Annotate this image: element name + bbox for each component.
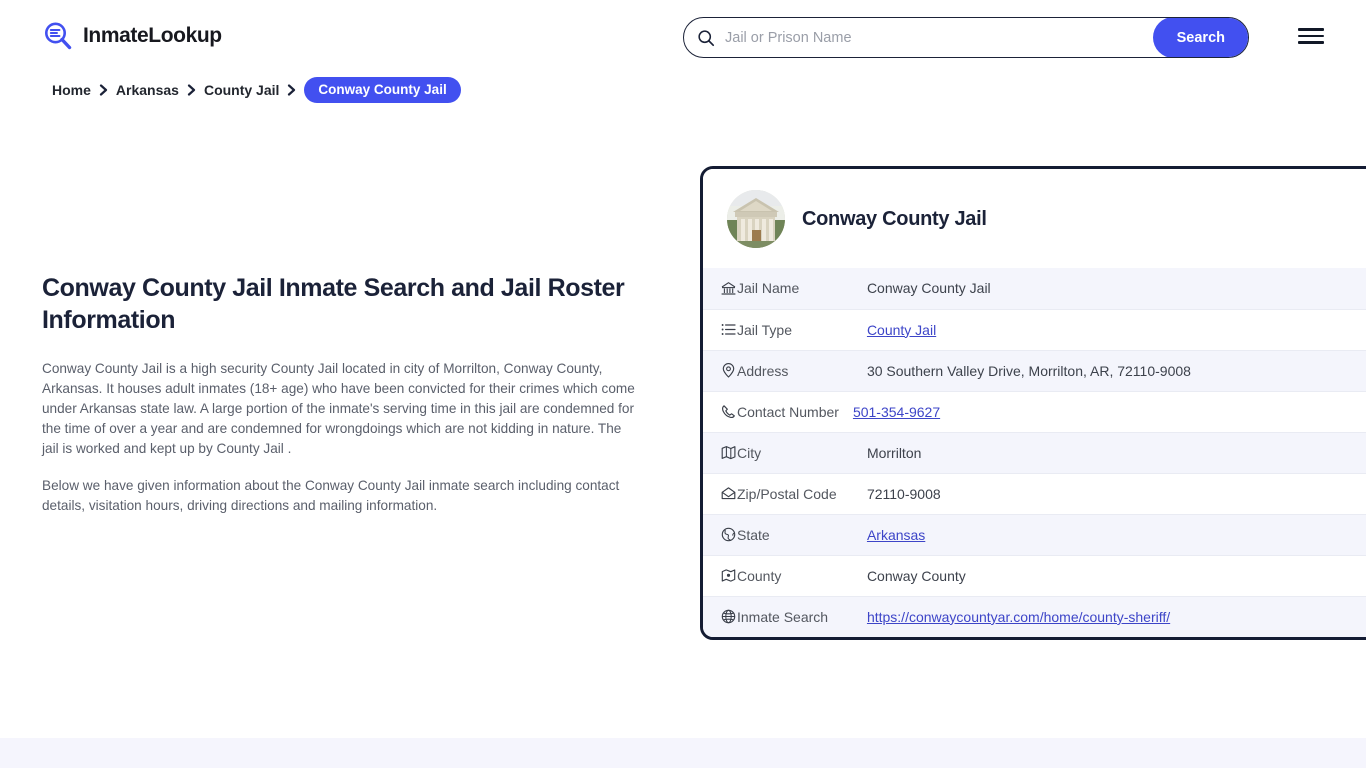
row-value-link[interactable]: County Jail [867, 322, 936, 338]
row-value: Conway County Jail [866, 280, 991, 297]
table-row: Jail Type County Jail [703, 308, 1366, 350]
bank-courthouse-icon [721, 281, 736, 295]
row-label: Jail Name [737, 280, 800, 297]
envelope-icon [721, 487, 736, 500]
globe-network-icon [721, 609, 736, 624]
row-value: Morrilton [848, 431, 1366, 473]
hamburger-bar [1298, 28, 1324, 31]
bank-courthouse-icon-cell [703, 268, 737, 309]
row-value: 30 Southern Valley Drive, Morrilton, AR,… [848, 349, 1366, 391]
breadcrumb-item-county-jail[interactable]: County Jail [204, 82, 279, 98]
list-icon [721, 324, 736, 335]
row-label: Zip/Postal Code [737, 472, 849, 514]
row-label: Contact Number [737, 390, 849, 432]
jail-details-table: Jail Name Conway County Jail Jail Type Coun… [703, 268, 1366, 637]
map-marked-icon [721, 569, 736, 582]
table-row: Zip/Postal Code 72110-9008 [703, 472, 1366, 514]
description-paragraph-1: Conway County Jail is a high security Co… [42, 361, 635, 456]
breadcrumb-item-arkansas[interactable]: Arkansas [116, 82, 179, 98]
map-pin-icon [722, 363, 735, 378]
jail-info-card: Conway County Jail Jail Name Conway Count… [700, 166, 1366, 640]
map-pin-icon-cell [703, 349, 737, 391]
table-row: Contact Number 501-354-9627 [703, 390, 1366, 432]
row-value[interactable]: County Jail [848, 308, 1366, 350]
row-label: Jail Type [737, 308, 849, 350]
courthouse-image-icon [727, 190, 785, 248]
card-header: Conway County Jail [703, 169, 1366, 268]
hamburger-bar [1298, 34, 1324, 38]
table-row: County Conway County [703, 554, 1366, 596]
search-input[interactable] [715, 18, 1153, 57]
hamburger-bar [1298, 41, 1324, 44]
table-row: Inmate Search https://conwaycountyar.com/… [703, 595, 1366, 637]
phone-icon-cell [703, 390, 737, 432]
globe-network-icon-cell [703, 595, 737, 637]
courthouse-photo [727, 190, 785, 248]
page-title: Conway County Jail Inmate Search and Jai… [42, 274, 625, 334]
hamburger-menu-icon[interactable] [1298, 26, 1324, 46]
row-value-link[interactable]: 501-354-9627 [853, 404, 940, 420]
search-icon [698, 29, 715, 46]
row-value: 72110-9008 [848, 472, 1366, 514]
article-column: Conway County Jail Inmate Search and Jai… [42, 272, 642, 533]
card-title: Conway County Jail [802, 207, 987, 230]
chevron-right-icon [187, 84, 196, 96]
list-icon-cell [703, 308, 737, 350]
row-value[interactable]: 501-354-9627 [848, 390, 1366, 432]
map-icon [721, 446, 736, 460]
row-value-link[interactable]: Arkansas [867, 527, 925, 543]
breadcrumb-item-conway-county-jail[interactable]: Conway County Jail [304, 77, 461, 103]
brand-logo[interactable]: InmateLookup [42, 20, 222, 52]
description-paragraph-2: Below we have given information about th… [42, 478, 620, 513]
chevron-right-icon [288, 84, 296, 96]
breadcrumb-item-home[interactable]: Home [52, 82, 91, 98]
table-row: State Arkansas [703, 513, 1366, 555]
row-value: Conway County [848, 554, 1366, 596]
site-header: InmateLookup Search [0, 0, 1366, 74]
globe-americas-icon [721, 527, 736, 542]
map-marked-icon-cell [703, 554, 737, 596]
globe-americas-icon-cell [703, 513, 737, 555]
map-icon-cell [703, 431, 737, 473]
search-button[interactable]: Search [1152, 18, 1248, 57]
row-value[interactable]: Arkansas [848, 513, 1366, 555]
row-label: City [737, 431, 849, 473]
table-row: City Morrilton [703, 431, 1366, 473]
row-label: State [737, 513, 849, 555]
table-row: Address 30 Southern Valley Drive, Morrilt… [703, 349, 1366, 391]
row-value[interactable]: https://conwaycountyar.com/home/county-s… [848, 595, 1366, 637]
brand-name: InmateLookup [83, 24, 222, 47]
row-label: Inmate Search [737, 595, 849, 637]
magnifier-list-logo-icon [45, 22, 72, 50]
row-label: Address [737, 349, 849, 391]
table-row: Jail Name Conway County Jail [703, 268, 1366, 309]
row-value-link[interactable]: https://conwaycountyar.com/home/county-s… [867, 609, 1170, 625]
envelope-icon-cell [703, 472, 737, 514]
breadcrumb: Home Arkansas County Jail Conway County Jai… [52, 77, 461, 103]
chevron-right-icon [99, 84, 108, 96]
footer-band [0, 738, 1366, 768]
row-label: County [737, 554, 849, 596]
phone-icon [722, 405, 735, 418]
search-bar[interactable]: Search [683, 17, 1249, 58]
